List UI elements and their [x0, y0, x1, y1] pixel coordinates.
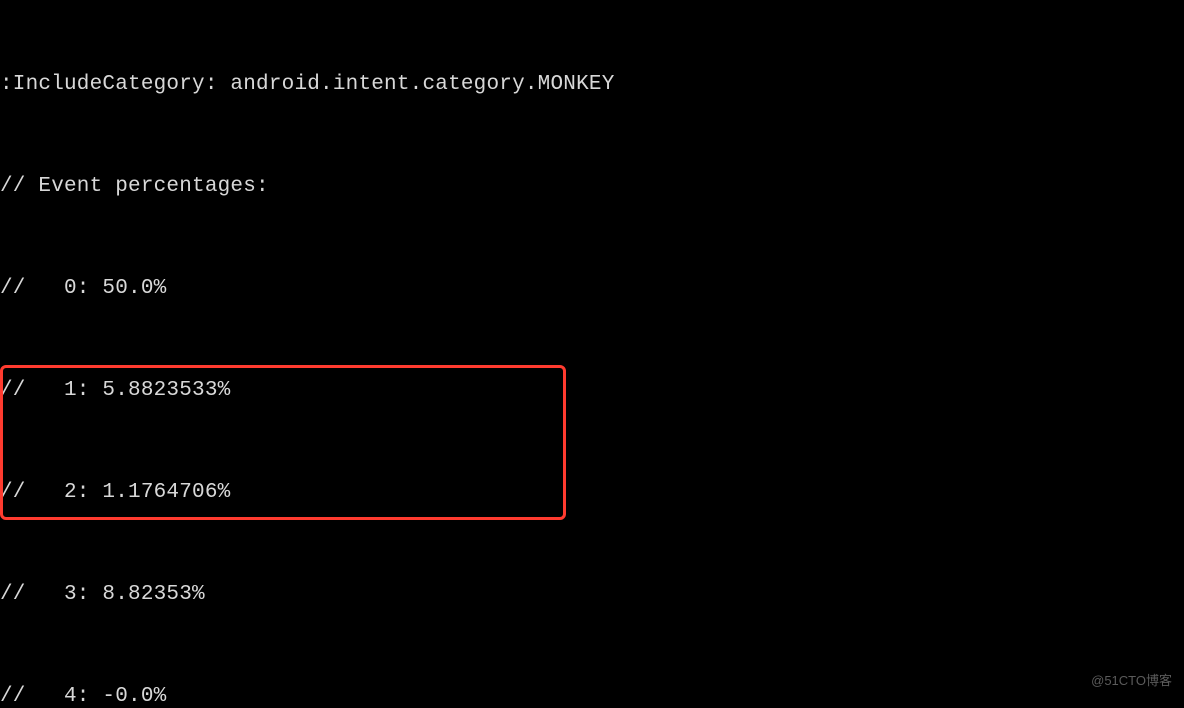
log-line-pct-4: // 4: -0.0%	[0, 680, 1184, 708]
watermark-label: @51CTO博客	[1091, 664, 1172, 698]
terminal-output: :IncludeCategory: android.intent.categor…	[0, 0, 1184, 708]
log-line-pct-2: // 2: 1.1764706%	[0, 476, 1184, 510]
log-line-include-category: :IncludeCategory: android.intent.categor…	[0, 68, 1184, 102]
log-line-pct-3: // 3: 8.82353%	[0, 578, 1184, 612]
log-line-pct-0: // 0: 50.0%	[0, 272, 1184, 306]
log-line-event-percentages-header: // Event percentages:	[0, 170, 1184, 204]
log-line-pct-1: // 1: 5.8823533%	[0, 374, 1184, 408]
